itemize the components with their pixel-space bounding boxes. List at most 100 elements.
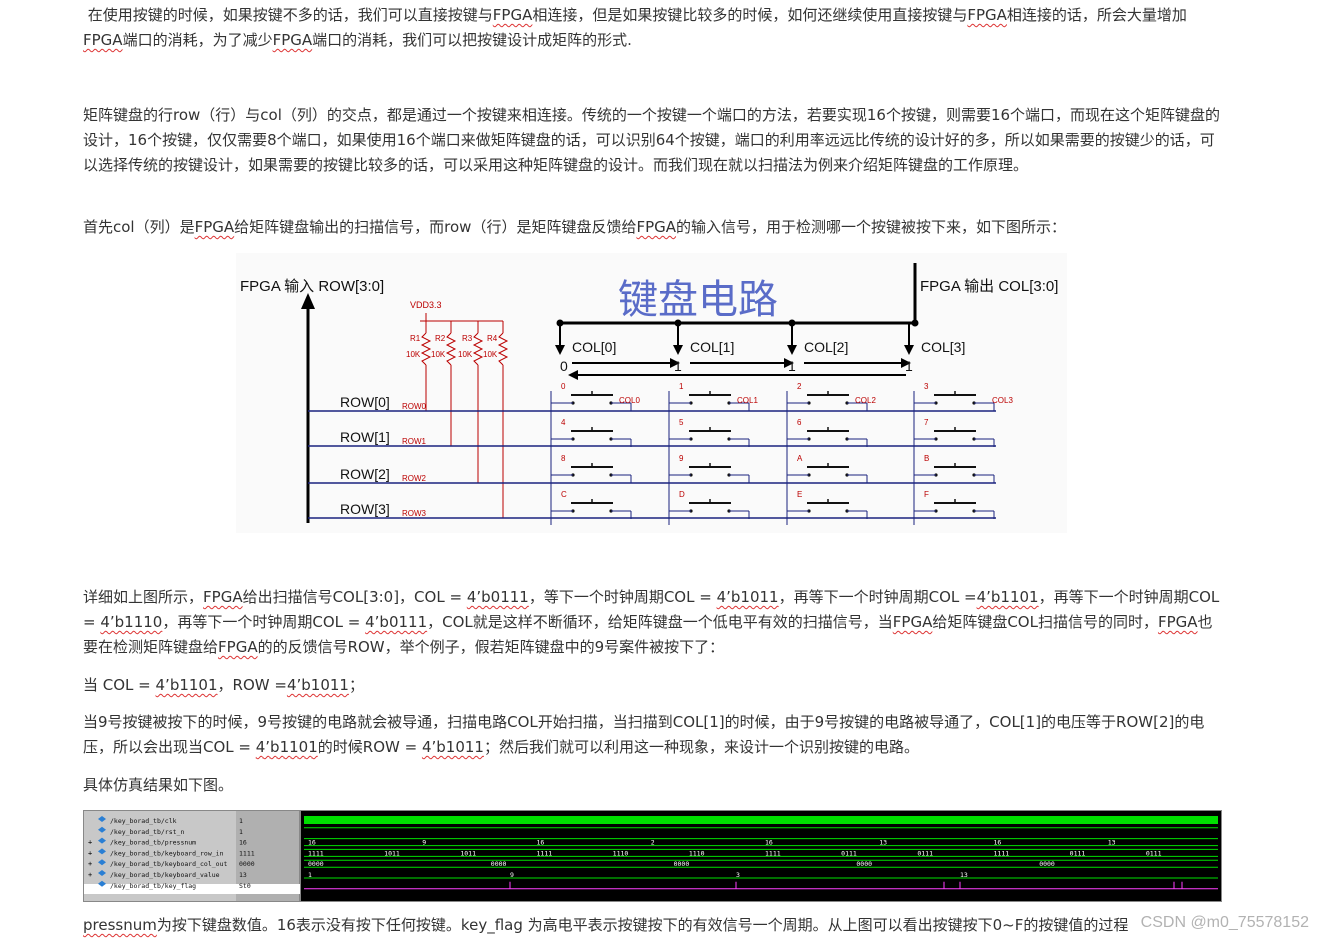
value-mark: 13: [960, 871, 968, 879]
matrix-description-paragraph: 矩阵键盘的行row（行）与col（列）的交点，都是通过一个按键来相连接。传统的一…: [83, 106, 1221, 174]
text-segment: ，ROW =: [217, 676, 287, 694]
resistor-value: 10K: [458, 350, 473, 359]
key-number-label: 6: [797, 418, 802, 427]
expand-toggle-icon: +: [88, 849, 92, 857]
row-in-mark: 1111: [994, 849, 1010, 857]
key-number-label: 0: [561, 382, 566, 391]
col-net-label: COL1: [737, 396, 758, 405]
spellcheck-word: 4’b1110: [100, 613, 163, 631]
signal-name: /key_borad_tb/keyboard_col_out: [110, 860, 227, 868]
row-net-label: ROW2: [402, 474, 427, 483]
text-segment: 相连接，但是如果按键比较多的时候，如何还继续使用直接按键与: [532, 6, 968, 24]
spellcheck-word: FPGA: [1157, 613, 1198, 631]
row-net-label: ROW0: [402, 402, 427, 411]
text-segment: ，再等下一个时钟周期COL =: [162, 613, 366, 631]
down-arrow-icon: [673, 345, 683, 355]
key-number-label: 2: [797, 382, 802, 391]
key-number-label: 8: [561, 454, 566, 463]
resistor-value: 10K: [431, 350, 446, 359]
pressnum-mark: 2: [651, 839, 655, 847]
key-number-label: B: [924, 454, 929, 463]
scan-bit: 1: [905, 358, 913, 374]
signal-name: /key_borad_tb/pressnum: [110, 839, 196, 847]
resistor-icon: [445, 332, 457, 366]
row-in-mark: 1110: [689, 849, 705, 857]
simulation-waveform: /key_borad_tb/clk 1/key_borad_tb/rst_n 1 + /…: [83, 810, 1222, 902]
text-segment: 给出扫描信号COL[3:0]，COL =: [242, 588, 467, 606]
spellcheck-word: 4’b0111: [466, 588, 529, 606]
signal-name: /key_borad_tb/clk: [110, 817, 177, 825]
text-segment: 为按下键盘数值。16表示没有按下任何按键。key_flag 为高电平表示按键按下…: [156, 916, 1129, 934]
resistor-value: 10K: [406, 350, 421, 359]
spellcheck-word: 4’b1011: [421, 738, 484, 756]
value-mark: 3: [736, 871, 740, 879]
col-label: COL[3]: [921, 339, 965, 355]
pressnum-paragraph: pressnum为按下键盘数值。16表示没有按下任何按键。key_flag 为高…: [83, 913, 1223, 938]
resistor-icon: [420, 332, 432, 366]
spellcheck-word: 4’b1011: [716, 588, 779, 606]
clk-wave: [304, 816, 1218, 824]
simulation-intro-paragraph: 具体仿真结果如下图。: [83, 776, 234, 794]
col-output-label: FPGA 输出 COL[3:0]: [920, 278, 1058, 295]
col-net-label: COL2: [855, 396, 876, 405]
signal-name: /key_borad_tb/keyboard_value: [110, 871, 220, 879]
spellcheck-word: FPGA: [218, 638, 258, 656]
key-number-label: C: [561, 490, 567, 499]
row-label: ROW[0]: [340, 394, 390, 410]
signal-value: 1111: [239, 849, 255, 857]
scan-bit: 1: [788, 358, 796, 374]
row-in-mark: 0111: [1146, 849, 1162, 857]
key-number-label: 1: [679, 382, 684, 391]
down-arrow-icon: [555, 345, 565, 355]
row-net-label: ROW3: [402, 509, 427, 518]
pressnum-mark: 16: [537, 839, 545, 847]
up-arrow-icon: [301, 293, 315, 309]
pressnum-mark: 16: [994, 839, 1002, 847]
pressnum-mark: 16: [308, 839, 316, 847]
scan-bit: 0: [560, 358, 568, 374]
signal-value: 0000: [239, 860, 255, 868]
row-in-mark: 1111: [765, 849, 781, 857]
down-arrow-icon: [904, 345, 914, 355]
key-number-label: 9: [679, 454, 684, 463]
spellcheck-word: 4’b1011: [286, 676, 349, 694]
text-segment: ，等下一个时钟周期COL =: [528, 588, 717, 606]
resistor-label: R2: [435, 334, 446, 343]
spellcheck-word: 4’b1101: [155, 676, 218, 694]
text-segment: 给矩阵键盘COL扫描信号的同时，: [932, 613, 1158, 631]
junction-dot: [911, 319, 919, 327]
signal-name: /key_borad_tb/rst_n: [110, 828, 184, 836]
spellcheck-word: 4’b1101: [976, 588, 1039, 606]
text-segment: ；: [348, 676, 364, 694]
signal-value: 1: [239, 817, 243, 825]
row-in-mark: 0111: [917, 849, 933, 857]
col-label: COL[2]: [804, 339, 848, 355]
spellcheck-word: FPGA: [203, 588, 243, 606]
col-row-paragraph: 首先col（列）是FPGA给矩阵键盘输出的扫描信号，而row（行）是矩阵键盘反馈…: [83, 215, 1223, 240]
row-label: ROW[2]: [340, 466, 390, 482]
key-number-label: F: [924, 490, 929, 499]
spellcheck-word: pressnum: [83, 916, 157, 934]
waveform-svg: /key_borad_tb/clk 1/key_borad_tb/rst_n 1 + /…: [84, 811, 1218, 901]
spellcheck-word: FPGA: [636, 218, 677, 236]
spellcheck-word: FPGA: [194, 218, 235, 236]
spellcheck-word: FPGA: [492, 6, 533, 24]
row-net-label: ROW1: [402, 437, 427, 446]
vdd-label: VDD3.3: [410, 300, 442, 310]
spellcheck-word: 4’b0111: [365, 613, 428, 631]
spellcheck-word: FPGA: [83, 31, 123, 49]
text-segment: ，COL就是这样不断循环，给矩阵键盘一个低电平有效的扫描信号，当: [427, 613, 893, 631]
text-segment: 给矩阵键盘输出的扫描信号，而row（行）是矩阵键盘反馈给: [234, 218, 637, 236]
row-in-mark: 0111: [841, 849, 857, 857]
row-label: ROW[3]: [340, 501, 390, 517]
pressnum-mark: 13: [1108, 839, 1116, 847]
text-segment: 当 COL =: [83, 676, 156, 694]
signal-value: 13: [239, 871, 247, 879]
left-arrow-icon: [568, 370, 578, 380]
diagram-title: 键盘电路: [618, 278, 778, 322]
col-out-mark: 0000: [674, 860, 690, 868]
resistor-icon: [497, 332, 509, 366]
key-number-label: E: [797, 490, 802, 499]
resistor-icon: [472, 332, 484, 366]
col-net-label: COL3: [992, 396, 1013, 405]
